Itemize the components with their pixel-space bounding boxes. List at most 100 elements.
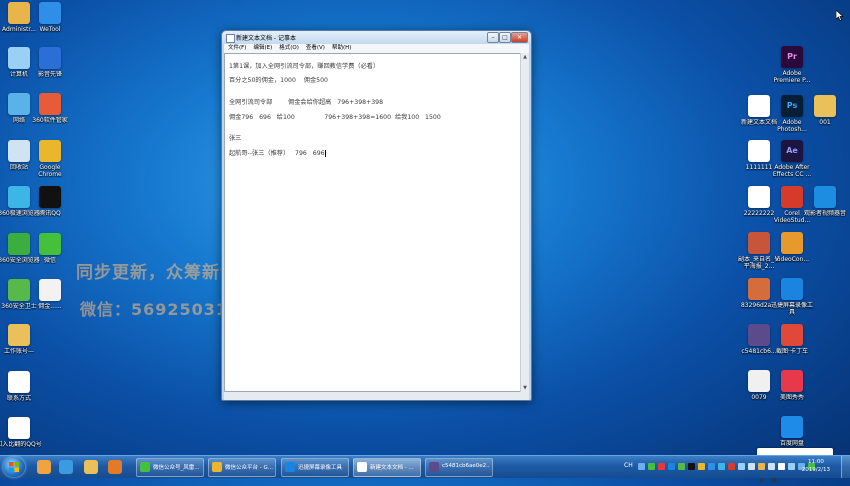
app-tray-icon[interactable] <box>728 463 735 470</box>
system-tray: CH 11:00 2019/2/13 <box>618 456 850 478</box>
taskbar-task[interactable]: c5481cb6ae0e2... <box>425 458 493 477</box>
minimize-button[interactable]: – <box>487 32 499 43</box>
desktop-shortcut[interactable]: 工作账号— <box>0 324 42 355</box>
scroll-up-arrow-icon[interactable]: ▲ <box>521 53 529 61</box>
photoshop-icon-letters: Ps <box>786 101 798 110</box>
after-effects-icon: Ae <box>781 140 803 162</box>
menu-format[interactable]: 格式(O) <box>279 45 299 51</box>
qq-tray-icon[interactable] <box>688 463 695 470</box>
signal-tray-icon[interactable] <box>768 463 775 470</box>
wetool-tray-icon[interactable] <box>708 463 715 470</box>
power-tray-icon[interactable] <box>758 463 765 470</box>
image-file-icon <box>748 232 770 254</box>
qq-icon <box>39 186 61 208</box>
task-label: 迅捷屏幕录像工具 <box>298 465 343 471</box>
desktop-shortcut[interactable]: 腾讯QQ <box>27 186 73 217</box>
desktop-shortcut[interactable]: 截图·卡丁车 <box>769 324 815 355</box>
desktop-shortcut[interactable]: 百度网盘 <box>769 416 815 447</box>
tray-icon[interactable] <box>638 463 645 470</box>
desktop-shortcut[interactable]: VideoCon... <box>769 232 815 263</box>
360-tray-icon[interactable] <box>678 463 685 470</box>
chrome-icon <box>39 140 61 162</box>
notepad-text-area[interactable]: 1第1课，加入全网引流司令部，赚回教信学费（必看） 百分之50的佣金，1000 … <box>224 53 521 392</box>
taskbar-task[interactable]: 迅捷屏幕录像工具 <box>281 458 349 477</box>
premiere-icon: Pr <box>781 46 803 68</box>
task-label: 微信公众号_风雷... <box>153 465 200 471</box>
desktop-shortcut-label: 百度网盘 <box>779 440 804 447</box>
text-file-icon <box>8 371 30 393</box>
watermark-line-2: 微信：569250313 <box>80 300 241 319</box>
desktop-shortcut[interactable]: 001 <box>802 95 848 126</box>
media-player-icon <box>39 47 61 69</box>
chrome-tray-icon[interactable] <box>698 463 705 470</box>
volume-icon[interactable] <box>778 463 785 470</box>
image-file-icon <box>748 278 770 300</box>
mouse-pointer-icon <box>836 10 844 21</box>
show-desktop-button[interactable] <box>841 456 850 478</box>
desktop-shortcut[interactable]: 如入比翻的QQ号 <box>0 417 42 448</box>
network-tray-icon[interactable] <box>738 463 745 470</box>
desktop-shortcut[interactable]: 观影者视频器音 <box>802 186 848 217</box>
desktop-shortcut[interactable]: 美图秀秀 <box>769 370 815 401</box>
task-app-icon <box>140 462 150 472</box>
notepad-app-icon <box>226 34 235 43</box>
recorder-tray-icon[interactable] <box>668 463 675 470</box>
image-file-icon <box>748 324 770 346</box>
sogou-tray-icon[interactable] <box>658 463 665 470</box>
task-app-icon <box>212 462 222 472</box>
desktop-shortcut-label: 观影者视频器音 <box>803 210 846 217</box>
menu-view[interactable]: 查看(V) <box>306 45 325 51</box>
desktop-shortcut[interactable]: 佣金...... <box>27 279 73 310</box>
video-converter-icon <box>781 232 803 254</box>
meitu-icon <box>781 370 803 392</box>
taskbar-task[interactable]: 微信公众号_风雷... <box>136 458 204 477</box>
start-button[interactable] <box>3 457 25 477</box>
desktop-shortcut[interactable]: 联系方式 <box>0 371 42 402</box>
desktop-shortcut[interactable]: Pr Adobe Premiere P... <box>769 46 815 84</box>
document-icon <box>748 370 770 392</box>
software-manager-icon <box>39 93 61 115</box>
language-indicator[interactable]: CH <box>624 462 633 469</box>
taskbar-task[interactable]: 微信公众平台 - G... <box>208 458 276 477</box>
notepad-title-bar[interactable]: 新建文本文档 - 记事本 – □ ✕ <box>222 31 531 44</box>
text-file-icon <box>748 95 770 117</box>
media-icon[interactable] <box>106 458 124 476</box>
pin-icon[interactable] <box>35 458 53 476</box>
taskbar-task[interactable]: 新建文本文档 - ... <box>353 458 421 477</box>
after-effects-icon-letters: Ae <box>786 146 798 155</box>
text-file-icon <box>748 186 770 208</box>
vertical-scrollbar[interactable]: ▲ ▼ <box>520 53 529 392</box>
desktop-shortcut-label: 影音先锋 <box>37 71 62 78</box>
maximize-button[interactable]: □ <box>499 32 511 43</box>
desktop-shortcut[interactable]: Google Chrome <box>27 140 73 178</box>
menu-edit[interactable]: 编辑(E) <box>253 45 272 51</box>
wechat-tray-icon[interactable] <box>648 463 655 470</box>
text-file-icon <box>748 140 770 162</box>
flag-tray-icon[interactable] <box>748 463 755 470</box>
notepad-window[interactable]: 新建文本文档 - 记事本 – □ ✕ 文件(F) 编辑(E) 格式(O) 查看(V) 帮… <box>221 30 532 401</box>
notepad-title: 新建文本文档 - 记事本 <box>236 35 296 42</box>
close-button[interactable]: ✕ <box>511 32 528 43</box>
clock[interactable]: 11:00 2019/2/13 <box>802 458 830 474</box>
desktop-shortcut[interactable]: WeTool <box>27 2 73 33</box>
menu-file[interactable]: 文件(F) <box>228 45 246 51</box>
browser-tray-icon[interactable] <box>718 463 725 470</box>
menu-help[interactable]: 帮助(H) <box>332 45 351 51</box>
scroll-down-arrow-icon[interactable]: ▼ <box>521 384 529 392</box>
desktop-shortcut-label: 360软件管家 <box>32 117 68 124</box>
text-line: 百分之50的佣金，1000 佣金500 <box>229 77 328 84</box>
task-label: 新建文本文档 - ... <box>370 465 414 471</box>
corel-icon <box>781 186 803 208</box>
desktop-shortcut[interactable]: 迅捷屏幕录像工具 <box>769 278 815 316</box>
wechat-icon <box>39 233 61 255</box>
usb-tray-icon[interactable] <box>788 463 795 470</box>
desktop-shortcut[interactable]: 影音先锋 <box>27 47 73 78</box>
explorer-icon[interactable] <box>82 458 100 476</box>
desktop-shortcut[interactable]: Ae Adobe After Effects CC ... <box>769 140 815 178</box>
ie-icon[interactable] <box>57 458 75 476</box>
media-icon-glyph <box>108 460 122 474</box>
desktop-shortcut[interactable]: 微信 <box>27 233 73 264</box>
task-app-icon <box>429 462 439 472</box>
desktop-shortcut[interactable]: 360软件管家 <box>27 93 73 124</box>
desktop-shortcut-label: 腾讯QQ <box>39 210 61 217</box>
